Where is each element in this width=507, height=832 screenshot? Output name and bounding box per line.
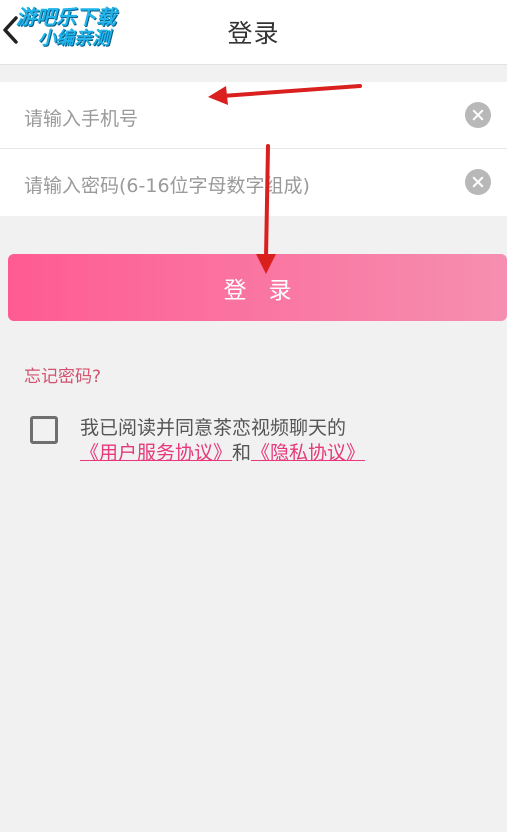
agreement-checkbox[interactable] [30,416,58,444]
phone-field[interactable]: 请输入手机号 [0,82,507,148]
user-agreement-link[interactable]: 《用户服务协议》 [80,442,232,464]
password-input[interactable]: 请输入密码(6-16位字母数字组成) [24,171,310,198]
forgot-password-link[interactable]: 忘记密码? [24,362,101,387]
clear-phone-icon[interactable] [465,102,491,128]
page-title: 登录 [227,19,280,48]
privacy-policy-link[interactable]: 《隐私协议》 [251,442,365,464]
password-field[interactable]: 请输入密码(6-16位字母数字组成) [0,149,507,216]
header-bar: 游吧乐下载 小编亲测 登录 [0,0,507,65]
agreement-text: 我已阅读并同意茶恋视频聊天的《用户服务协议》和《隐私协议》 [80,416,490,466]
agreement-and: 和 [232,442,252,464]
phone-input[interactable]: 请输入手机号 [24,104,138,131]
clear-password-icon[interactable] [465,169,491,195]
agreement-prefix: 我已阅读并同意茶恋视频聊天的 [80,417,347,439]
login-button[interactable]: 登录 [8,254,507,321]
